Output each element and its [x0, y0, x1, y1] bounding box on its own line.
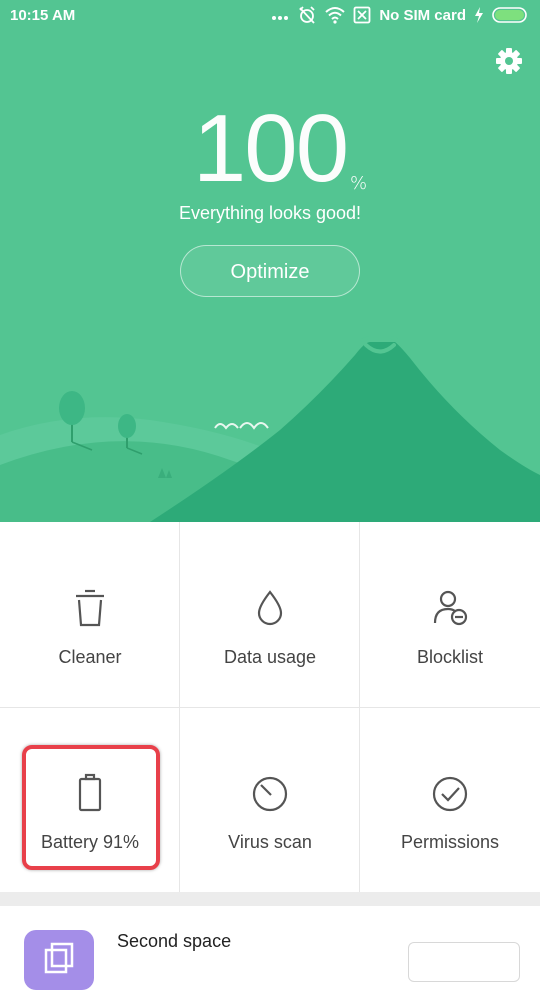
more-dots-icon [272, 16, 289, 20]
status-bar: 10:15 AM No SIM card [0, 0, 540, 32]
check-circle-icon [432, 776, 468, 812]
tool-permissions[interactable]: Permissions [360, 707, 540, 892]
second-space-icon [24, 930, 94, 990]
tool-label: Virus scan [228, 832, 312, 852]
tool-label: Data usage [223, 647, 317, 667]
battery-highlight-box [22, 745, 160, 870]
charging-icon [475, 7, 483, 23]
score-unit: % [349, 173, 368, 194]
scan-icon [252, 776, 288, 812]
gear-icon [496, 48, 522, 74]
no-sim-icon [353, 6, 371, 24]
tool-cleaner[interactable]: Cleaner [0, 522, 180, 707]
optimize-button[interactable]: Optimize [180, 245, 360, 297]
alarm-off-icon [299, 6, 315, 24]
tool-data-usage[interactable]: Data usage [180, 522, 360, 707]
second-space-card[interactable]: Second space [0, 906, 540, 990]
score: 100 % [193, 100, 367, 197]
landscape-illustration [0, 336, 540, 522]
tool-label: Blocklist [416, 647, 483, 667]
status-carrier: No SIM card [379, 6, 466, 24]
status-time: 10:15 AM [10, 7, 76, 24]
trash-icon [76, 589, 104, 627]
tool-virus-scan[interactable]: Virus scan [180, 707, 360, 892]
layers-icon [44, 942, 74, 974]
hero-panel: 10:15 AM No SIM card 100 % Everything lo… [0, 0, 540, 522]
battery-icon [492, 7, 527, 23]
user-block-icon [433, 590, 468, 626]
second-space-button[interactable] [408, 942, 520, 982]
second-space-title: Second space [117, 931, 232, 951]
score-value: 100 [192, 95, 349, 202]
tool-blocklist[interactable]: Blocklist [360, 522, 540, 707]
score-area: 100 % [0, 100, 540, 197]
tool-label: Cleaner [58, 647, 122, 667]
status-message: Everything looks good! [178, 203, 362, 223]
tool-label: Permissions [400, 832, 500, 852]
section-divider [0, 892, 540, 906]
droplet-icon [257, 590, 283, 626]
settings-button[interactable] [494, 46, 524, 76]
status-icons: No SIM card [271, 5, 530, 25]
wifi-icon [325, 7, 345, 24]
